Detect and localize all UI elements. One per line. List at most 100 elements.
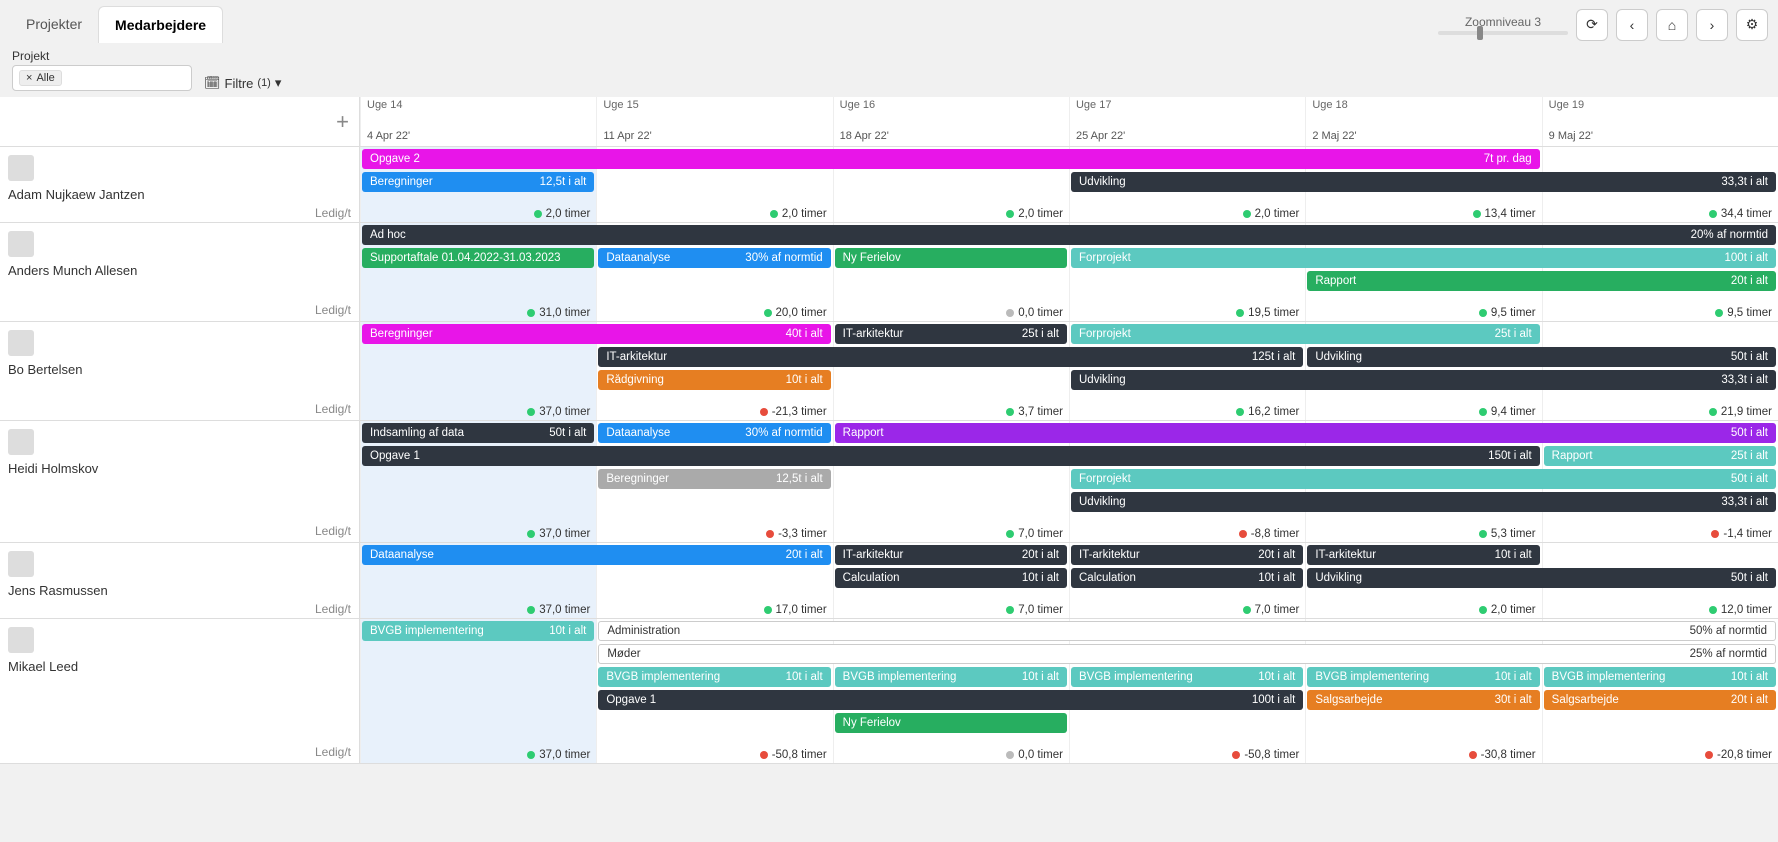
task-value: 125t i alt [1246, 351, 1295, 363]
filters-button[interactable]: 🗓 Filtre (1) ▾ [204, 75, 281, 91]
week-date: 9 Maj 22' [1549, 130, 1772, 144]
refresh-button[interactable]: ⟳ [1576, 9, 1608, 41]
close-icon[interactable]: × [26, 72, 32, 84]
task-label: Opgave 1 [370, 450, 1482, 462]
status-dot [527, 606, 535, 614]
task-label: Udvikling [1079, 374, 1715, 386]
tab-projekter[interactable]: Projekter [10, 6, 98, 43]
capacity-value: 7,0 timer [1018, 528, 1063, 540]
next-button[interactable]: › [1696, 9, 1728, 41]
capacity-cell: 5,3 timer [1305, 528, 1541, 540]
task-bar[interactable]: IT-arkitektur125t i alt [598, 347, 1303, 367]
task-bar[interactable]: Beregninger12,5t i alt [362, 172, 594, 192]
capacity-cell: -3,3 timer [596, 528, 832, 540]
capacity-cell: 34,4 timer [1542, 208, 1778, 220]
employee-row[interactable]: Jens Rasmussen Ledig/t [0, 543, 359, 619]
task-bar[interactable]: Salgsarbejde30t i alt [1307, 690, 1539, 710]
task-value: 50t i alt [1725, 473, 1768, 485]
task-bar[interactable]: Opgave 1150t i alt [362, 446, 1540, 466]
project-select[interactable]: ×Alle [12, 65, 192, 91]
task-bar[interactable]: Dataanalyse20t i alt [362, 545, 831, 565]
employee-row[interactable]: Bo Bertelsen Ledig/t [0, 322, 359, 421]
task-value: 50% af normtid [1684, 625, 1767, 637]
task-bar[interactable]: Ny Ferielov [835, 713, 1067, 733]
avatar [8, 155, 34, 181]
task-bar[interactable]: BVGB implementering10t i alt [1544, 667, 1776, 687]
task-bar[interactable]: Beregninger40t i alt [362, 324, 831, 344]
capacity-cell: -30,8 timer [1305, 749, 1541, 761]
task-label: Dataanalyse [606, 427, 739, 439]
task-bar[interactable]: Ad hoc20% af normtid [362, 225, 1776, 245]
home-button[interactable]: ⌂ [1656, 9, 1688, 41]
status-dot [1715, 309, 1723, 317]
add-resource-button[interactable]: + [0, 97, 359, 147]
task-bar[interactable]: Forprojekt50t i alt [1071, 469, 1776, 489]
task-value: 150t i alt [1482, 450, 1531, 462]
zoom-slider[interactable] [1438, 31, 1568, 35]
capacity-value: 37,0 timer [539, 406, 590, 418]
task-bar[interactable]: Dataanalyse30% af normtid [598, 423, 830, 443]
capacity-cell: 0,0 timer [833, 749, 1069, 761]
task-bar[interactable]: IT-arkitektur10t i alt [1307, 545, 1539, 565]
avatar [8, 627, 34, 653]
timeline-row: Ad hoc20% af normtid Supportaftale 01.04.… [360, 223, 1778, 322]
week-header-col: Uge 144 Apr 22' [360, 97, 596, 146]
task-label: Opgave 1 [606, 694, 1246, 706]
employee-row[interactable]: Anders Munch Allesen Ledig/t [0, 223, 359, 322]
capacity-value: 9,5 timer [1491, 307, 1536, 319]
task-bar[interactable]: BVGB implementering10t i alt [1307, 667, 1539, 687]
task-label: IT-arkitektur [843, 549, 1016, 561]
task-bar[interactable]: Beregninger12,5t i alt [598, 469, 830, 489]
task-bar[interactable]: Ny Ferielov [835, 248, 1067, 268]
task-bar[interactable]: Udvikling33,3t i alt [1071, 492, 1776, 512]
task-bar[interactable]: Opgave 27t pr. dag [362, 149, 1540, 169]
task-bar[interactable]: Udvikling33,3t i alt [1071, 370, 1776, 390]
avatar [8, 429, 34, 455]
task-bar[interactable]: BVGB implementering10t i alt [835, 667, 1067, 687]
task-bar[interactable]: Rapport20t i alt [1307, 271, 1776, 291]
task-bar[interactable]: Forprojekt100t i alt [1071, 248, 1776, 268]
prev-button[interactable]: ‹ [1616, 9, 1648, 41]
filter-chip-alle[interactable]: ×Alle [19, 70, 62, 86]
task-bar[interactable]: Supportaftale 01.04.2022-31.03.2023 [362, 248, 594, 268]
task-bar[interactable]: Udvikling50t i alt [1307, 568, 1776, 588]
employee-row[interactable]: Mikael Leed Ledig/t [0, 619, 359, 764]
task-bar[interactable]: Dataanalyse30% af normtid [598, 248, 830, 268]
task-bar[interactable]: BVGB implementering10t i alt [362, 621, 594, 641]
task-bar[interactable]: Udvikling33,3t i alt [1071, 172, 1776, 192]
task-bar[interactable]: Administration50% af normtid [598, 621, 1776, 641]
task-bar[interactable]: Calculation10t i alt [835, 568, 1067, 588]
task-bar[interactable]: Salgsarbejde20t i alt [1544, 690, 1776, 710]
tab-medarbejdere[interactable]: Medarbejdere [98, 6, 223, 43]
task-label: Rapport [1315, 275, 1725, 287]
capacity-value: 13,4 timer [1485, 208, 1536, 220]
task-bar[interactable]: BVGB implementering10t i alt [598, 667, 830, 687]
employee-row[interactable]: Heidi Holmskov Ledig/t [0, 421, 359, 543]
settings-button[interactable]: ⚙ [1736, 9, 1768, 41]
employee-row[interactable]: Adam Nujkaew Jantzen Ledig/t [0, 147, 359, 223]
capacity-value: -20,8 timer [1717, 749, 1772, 761]
capacity-value: 9,5 timer [1727, 307, 1772, 319]
task-bar[interactable]: Forprojekt25t i alt [1071, 324, 1540, 344]
status-dot [1469, 751, 1477, 759]
task-label: Udvikling [1079, 176, 1715, 188]
task-bar[interactable]: Rapport25t i alt [1544, 446, 1776, 466]
task-bar[interactable]: Calculation10t i alt [1071, 568, 1303, 588]
task-bar[interactable]: Indsamling af data50t i alt [362, 423, 594, 443]
zoom-control[interactable]: Zoomniveau 3 [1438, 15, 1568, 35]
capacity-value: 31,0 timer [539, 307, 590, 319]
status-dot [764, 606, 772, 614]
task-bar[interactable]: Rådgivning10t i alt [598, 370, 830, 390]
task-bar[interactable]: IT-arkitektur25t i alt [835, 324, 1067, 344]
task-bar[interactable]: BVGB implementering10t i alt [1071, 667, 1303, 687]
task-bar[interactable]: IT-arkitektur20t i alt [835, 545, 1067, 565]
task-label: Møder [607, 648, 1683, 660]
task-bar[interactable]: Udvikling50t i alt [1307, 347, 1776, 367]
capacity-cell: 12,0 timer [1542, 604, 1778, 616]
task-bar[interactable]: Opgave 1100t i alt [598, 690, 1303, 710]
capacity-cell: 16,2 timer [1069, 406, 1305, 418]
task-bar[interactable]: IT-arkitektur20t i alt [1071, 545, 1303, 565]
task-bar[interactable]: Rapport50t i alt [835, 423, 1776, 443]
capacity-value: 37,0 timer [539, 749, 590, 761]
task-bar[interactable]: Møder25% af normtid [598, 644, 1776, 664]
